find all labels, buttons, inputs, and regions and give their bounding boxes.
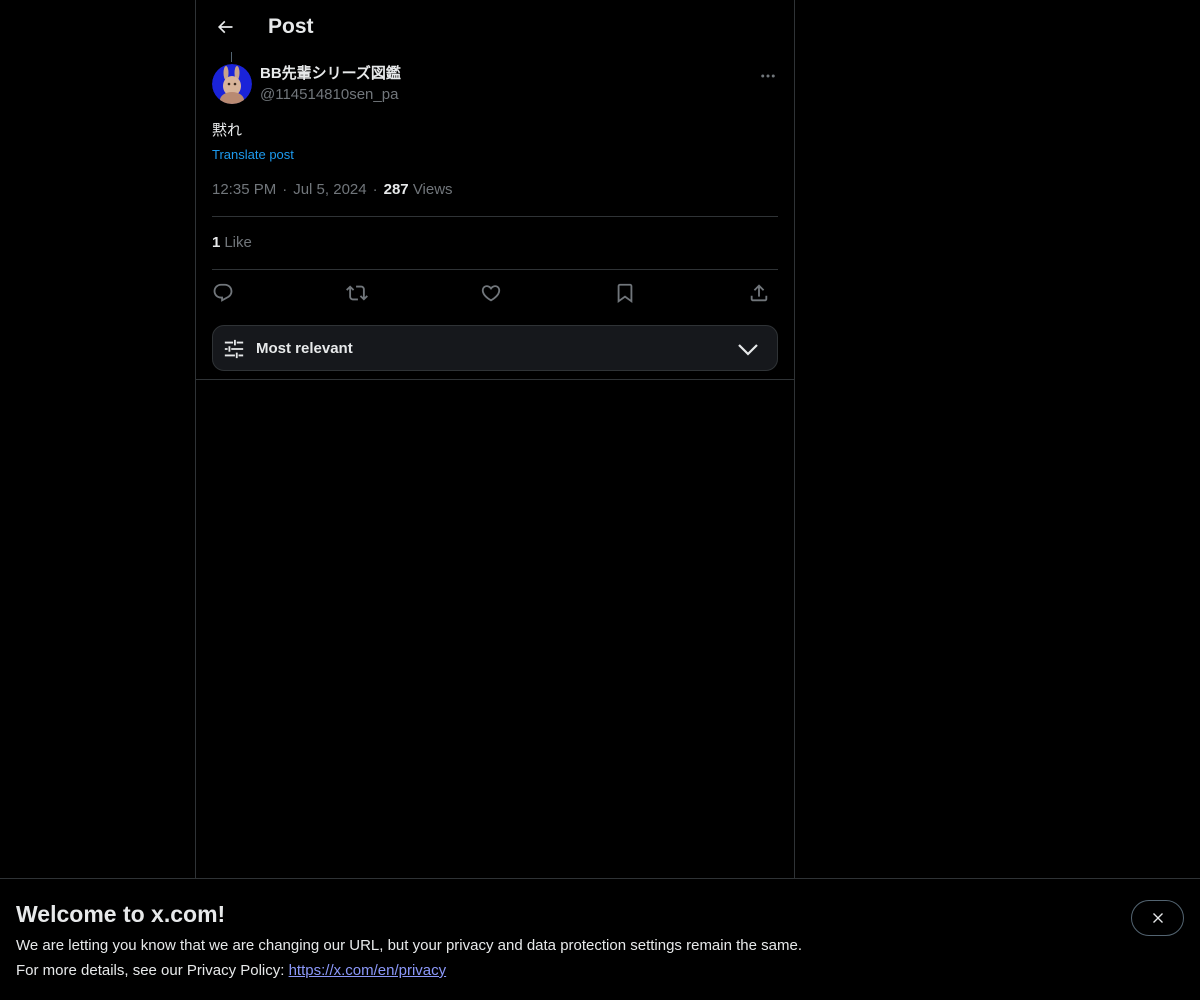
reply-button[interactable] xyxy=(210,280,236,306)
author-name[interactable]: BB先輩シリーズ図鑑 xyxy=(260,64,401,84)
back-button[interactable] xyxy=(207,9,243,45)
likes-label: Like xyxy=(224,234,252,251)
chevron-down-icon xyxy=(738,344,758,356)
page-title: Post xyxy=(268,15,314,38)
translate-post-link[interactable]: Translate post xyxy=(212,145,294,165)
banner-close-button[interactable] xyxy=(1131,900,1184,936)
post-meta: 12:35 PM · Jul 5, 2024 · 287 Views xyxy=(212,180,453,200)
like-button[interactable] xyxy=(478,280,504,306)
views-count: 287 xyxy=(383,181,409,198)
post-text: 黙れ xyxy=(212,122,243,139)
privacy-policy-link[interactable]: https://x.com/en/privacy xyxy=(289,962,447,979)
likes-summary[interactable]: 1 Like xyxy=(212,233,252,253)
sliders-icon xyxy=(224,339,244,359)
meta-separator: · xyxy=(282,181,288,198)
author-handle[interactable]: @114514810sen_pa xyxy=(260,85,398,105)
bookmark-icon xyxy=(617,283,633,304)
views-label: Views xyxy=(412,181,453,198)
share-button[interactable] xyxy=(746,280,772,306)
thread-connector xyxy=(231,52,232,62)
likes-count: 1 xyxy=(212,234,221,251)
divider xyxy=(212,269,778,270)
section-divider xyxy=(196,379,794,380)
page-header: Post xyxy=(196,0,794,54)
post-date[interactable]: Jul 5, 2024 xyxy=(293,181,366,198)
more-horizontal-icon xyxy=(761,74,775,78)
banner-details-text: For more details, see our Privacy Policy… xyxy=(16,962,289,979)
divider xyxy=(212,216,778,217)
bookmark-button[interactable] xyxy=(612,280,638,306)
url-change-banner: Welcome to x.com! We are letting you kno… xyxy=(0,878,1200,1000)
arrow-left-icon xyxy=(217,20,233,34)
reply-icon xyxy=(213,283,233,302)
banner-title: Welcome to x.com! xyxy=(16,901,226,927)
repost-button[interactable] xyxy=(344,280,370,306)
repost-icon xyxy=(346,285,368,301)
more-options-button[interactable] xyxy=(754,62,782,90)
author-avatar[interactable] xyxy=(212,64,252,104)
action-bar xyxy=(212,280,778,306)
meta-separator: · xyxy=(372,181,378,198)
main-column: Post BB先輩シリーズ図鑑 @114514810sen_pa 黙れ Tran… xyxy=(195,0,795,1000)
share-icon xyxy=(750,284,768,302)
sort-replies-dropdown[interactable]: Most relevant xyxy=(212,325,778,371)
like-icon xyxy=(481,285,501,302)
banner-details: For more details, see our Privacy Policy… xyxy=(16,961,446,981)
post-time[interactable]: 12:35 PM xyxy=(212,181,276,198)
close-icon xyxy=(1152,913,1163,923)
sort-label: Most relevant xyxy=(256,340,353,357)
banner-message: We are letting you know that we are chan… xyxy=(16,937,802,954)
